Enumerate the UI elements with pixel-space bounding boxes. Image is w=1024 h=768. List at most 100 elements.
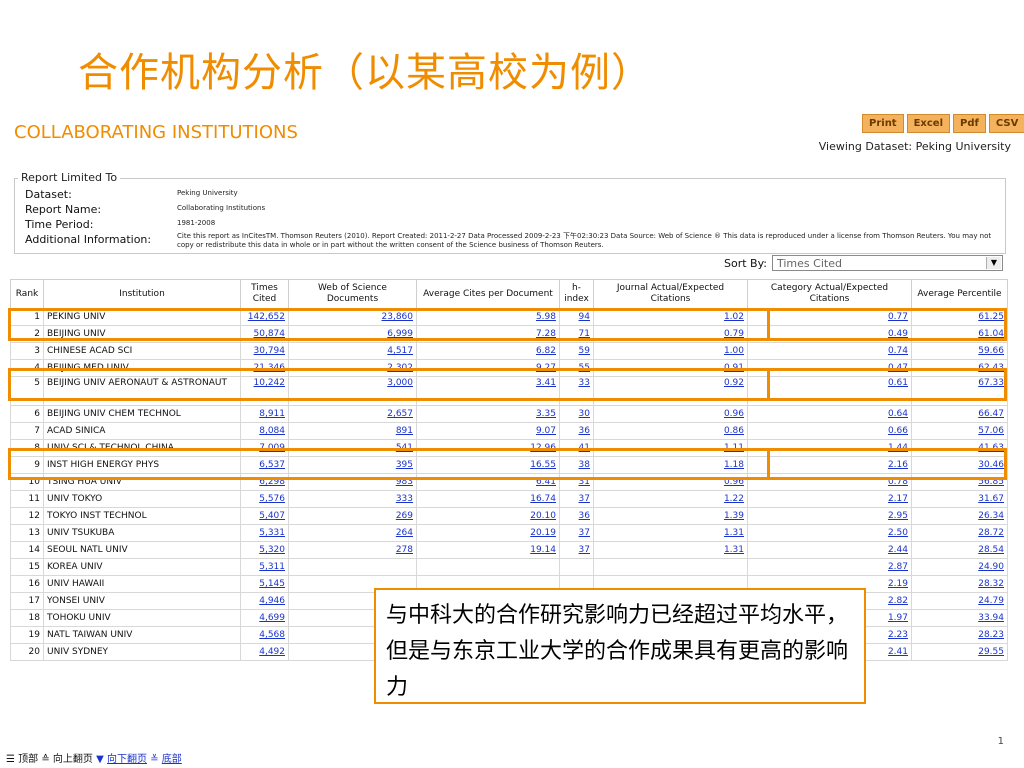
cell-category-ratio[interactable]: 2.17 [747, 490, 912, 508]
cell-times-cited[interactable]: 7,009 [240, 439, 289, 457]
cell-avg-cites[interactable]: 16.74 [416, 490, 560, 508]
cell-h-index[interactable]: 33 [559, 376, 594, 406]
cell-h-index[interactable]: 36 [559, 422, 594, 440]
cell-avg-percentile[interactable]: 61.04 [911, 325, 1008, 343]
cell-avg-percentile[interactable]: 29.55 [911, 643, 1008, 661]
excel-button[interactable]: Excel [906, 114, 951, 133]
cell-journal-ratio[interactable]: 0.96 [593, 405, 748, 423]
cell-avg-percentile[interactable]: 41.63 [911, 439, 1008, 457]
column-header-category-ratio[interactable]: Category Actual/Expected Citations [747, 279, 912, 309]
cell-avg-percentile[interactable]: 28.72 [911, 524, 1008, 542]
cell-journal-ratio[interactable]: 0.86 [593, 422, 748, 440]
cell-journal-ratio[interactable]: 1.22 [593, 490, 748, 508]
cell-times-cited[interactable]: 4,946 [240, 592, 289, 610]
cell-h-index[interactable]: 38 [559, 456, 594, 474]
cell-wos-documents[interactable]: 3,000 [288, 376, 417, 406]
cell-avg-percentile[interactable]: 66.47 [911, 405, 1008, 423]
print-button[interactable]: Print [862, 114, 904, 133]
cell-h-index[interactable]: 37 [559, 490, 594, 508]
cell-h-index[interactable]: 31 [559, 473, 594, 491]
cell-wos-documents[interactable]: 541 [288, 439, 417, 457]
cell-avg-percentile[interactable]: 28.32 [911, 575, 1008, 593]
cell-avg-percentile[interactable]: 57.06 [911, 422, 1008, 440]
csv-button[interactable]: CSV [988, 114, 1024, 133]
cell-avg-cites[interactable]: 6.82 [416, 342, 560, 360]
cell-avg-percentile[interactable]: 31.67 [911, 490, 1008, 508]
nav-bottom[interactable]: 底部 [162, 754, 182, 765]
cell-avg-percentile[interactable]: 28.54 [911, 541, 1008, 559]
cell-category-ratio[interactable]: 2.44 [747, 541, 912, 559]
cell-avg-percentile[interactable]: 33.94 [911, 609, 1008, 627]
nav-top[interactable]: 顶部 [18, 754, 38, 765]
cell-avg-cites[interactable]: 16.55 [416, 456, 560, 474]
cell-journal-ratio[interactable]: 1.02 [593, 308, 748, 326]
cell-wos-documents[interactable]: 23,860 [288, 308, 417, 326]
cell-avg-cites[interactable]: 20.10 [416, 507, 560, 525]
cell-journal-ratio[interactable]: 0.92 [593, 376, 748, 406]
cell-avg-percentile[interactable]: 62.43 [911, 359, 1008, 377]
cell-journal-ratio[interactable]: 0.91 [593, 359, 748, 377]
cell-times-cited[interactable]: 10,242 [240, 376, 289, 406]
cell-wos-documents[interactable]: 264 [288, 524, 417, 542]
cell-wos-documents[interactable]: 983 [288, 473, 417, 491]
cell-h-index[interactable]: 55 [559, 359, 594, 377]
pdf-button[interactable]: Pdf [953, 114, 986, 133]
cell-category-ratio[interactable]: 2.95 [747, 507, 912, 525]
cell-wos-documents[interactable]: 395 [288, 456, 417, 474]
cell-h-index[interactable]: 71 [559, 325, 594, 343]
cell-category-ratio[interactable]: 0.66 [747, 422, 912, 440]
cell-wos-documents[interactable]: 333 [288, 490, 417, 508]
cell-avg-cites[interactable]: 9.07 [416, 422, 560, 440]
cell-category-ratio[interactable]: 2.87 [747, 558, 912, 576]
cell-category-ratio[interactable]: 2.16 [747, 456, 912, 474]
column-header-h-index[interactable]: h-index [559, 279, 594, 309]
cell-avg-cites[interactable]: 3.41 [416, 376, 560, 406]
cell-h-index[interactable]: 37 [559, 541, 594, 559]
cell-avg-percentile[interactable]: 26.34 [911, 507, 1008, 525]
cell-times-cited[interactable]: 5,311 [240, 558, 289, 576]
cell-journal-ratio[interactable]: 1.11 [593, 439, 748, 457]
cell-wos-documents[interactable]: 2,302 [288, 359, 417, 377]
cell-h-index[interactable]: 30 [559, 405, 594, 423]
dropdown-arrow-icon[interactable]: ▼ [986, 257, 1001, 269]
cell-journal-ratio[interactable]: 1.31 [593, 541, 748, 559]
cell-times-cited[interactable]: 5,320 [240, 541, 289, 559]
cell-times-cited[interactable]: 30,794 [240, 342, 289, 360]
nav-next-page[interactable]: 向下翻页 [107, 754, 147, 765]
cell-wos-documents[interactable]: 278 [288, 541, 417, 559]
cell-times-cited[interactable]: 4,699 [240, 609, 289, 627]
column-header-journal-ratio[interactable]: Journal Actual/Expected Citations [593, 279, 748, 309]
cell-times-cited[interactable]: 21,346 [240, 359, 289, 377]
cell-h-index[interactable]: 59 [559, 342, 594, 360]
cell-times-cited[interactable]: 4,568 [240, 626, 289, 644]
cell-h-index[interactable]: 41 [559, 439, 594, 457]
cell-wos-documents[interactable]: 891 [288, 422, 417, 440]
cell-avg-cites[interactable]: 19.14 [416, 541, 560, 559]
cell-times-cited[interactable]: 8,084 [240, 422, 289, 440]
column-header-rank[interactable]: Rank [10, 279, 44, 309]
cell-category-ratio[interactable]: 0.47 [747, 359, 912, 377]
cell-category-ratio[interactable]: 0.77 [747, 308, 912, 326]
sort-by-select[interactable]: Times Cited ▼ [772, 255, 1003, 271]
column-header-wos-documents[interactable]: Web of Science Documents [288, 279, 417, 309]
cell-avg-percentile[interactable]: 28.23 [911, 626, 1008, 644]
cell-avg-percentile[interactable]: 61.25 [911, 308, 1008, 326]
cell-avg-percentile[interactable]: 56.85 [911, 473, 1008, 491]
cell-journal-ratio[interactable]: 1.31 [593, 524, 748, 542]
cell-avg-percentile[interactable]: 24.90 [911, 558, 1008, 576]
cell-avg-cites[interactable]: 7.28 [416, 325, 560, 343]
cell-journal-ratio[interactable]: 0.79 [593, 325, 748, 343]
cell-h-index[interactable]: 37 [559, 524, 594, 542]
cell-h-index[interactable]: 36 [559, 507, 594, 525]
cell-times-cited[interactable]: 50,874 [240, 325, 289, 343]
column-header-institution[interactable]: Institution [43, 279, 241, 309]
column-header-avg-percentile[interactable]: Average Percentile [911, 279, 1008, 309]
cell-avg-percentile[interactable]: 67.33 [911, 376, 1008, 406]
cell-wos-documents[interactable]: 6,999 [288, 325, 417, 343]
cell-times-cited[interactable]: 5,331 [240, 524, 289, 542]
cell-avg-cites[interactable]: 5.98 [416, 308, 560, 326]
cell-category-ratio[interactable]: 0.74 [747, 342, 912, 360]
cell-category-ratio[interactable]: 0.49 [747, 325, 912, 343]
cell-times-cited[interactable]: 5,145 [240, 575, 289, 593]
cell-times-cited[interactable]: 6,298 [240, 473, 289, 491]
